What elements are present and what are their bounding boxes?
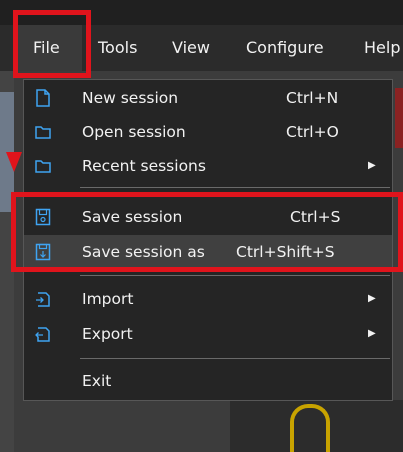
folder-icon — [35, 160, 51, 173]
menu-item-recent-sessions[interactable]: Recent sessions ▶ — [24, 149, 392, 183]
menu-item-label: Exit — [82, 372, 112, 390]
menu-item-import[interactable]: Import ▶ — [24, 282, 392, 316]
new-document-icon — [36, 89, 50, 107]
menu-tools[interactable]: Tools — [98, 25, 137, 71]
menu-item-label: Recent sessions — [82, 157, 206, 175]
menu-item-exit[interactable]: Exit — [24, 364, 392, 398]
menu-item-shortcut: Ctrl+O — [286, 123, 339, 141]
menu-item-label: Save session — [82, 208, 183, 226]
menu-item-shortcut: Ctrl+Shift+S — [236, 243, 335, 261]
menu-item-open-session[interactable]: Open session Ctrl+O — [24, 115, 392, 149]
menu-separator — [80, 275, 390, 276]
menu-separator — [80, 358, 390, 359]
menu-item-save-session[interactable]: Save session Ctrl+S — [24, 200, 392, 234]
menu-item-shortcut: Ctrl+N — [286, 89, 339, 107]
folder-icon — [35, 126, 51, 139]
menu-item-label: Export — [82, 325, 133, 343]
menu-item-label: New session — [82, 89, 179, 107]
menu-item-label: Save session as — [82, 243, 205, 261]
save-as-icon — [35, 243, 51, 261]
right-panel-accent — [395, 88, 403, 148]
menu-item-save-session-as[interactable]: Save session as Ctrl+Shift+S — [24, 235, 392, 269]
menu-item-label: Open session — [82, 123, 186, 141]
save-icon — [35, 208, 51, 226]
title-bar — [0, 0, 403, 25]
menu-separator — [80, 187, 390, 188]
menu-configure[interactable]: Configure — [246, 25, 324, 71]
export-icon — [35, 327, 50, 342]
menu-help[interactable]: Help — [364, 25, 403, 71]
import-icon — [36, 292, 50, 307]
submenu-arrow-icon: ▶ — [368, 293, 376, 304]
menu-item-shortcut: Ctrl+S — [290, 208, 341, 226]
submenu-arrow-icon: ▶ — [368, 328, 376, 339]
canvas-shape — [290, 404, 330, 452]
file-dropdown-menu: New session Ctrl+N Open session Ctrl+O R… — [23, 79, 393, 401]
menu-item-new-session[interactable]: New session Ctrl+N — [24, 81, 392, 115]
menu-item-export[interactable]: Export ▶ — [24, 317, 392, 351]
menu-item-label: Import — [82, 290, 134, 308]
annotation-arrow-icon — [6, 152, 22, 172]
menu-file[interactable]: File — [33, 25, 60, 71]
submenu-arrow-icon: ▶ — [368, 160, 376, 171]
menu-view[interactable]: View — [172, 25, 210, 71]
